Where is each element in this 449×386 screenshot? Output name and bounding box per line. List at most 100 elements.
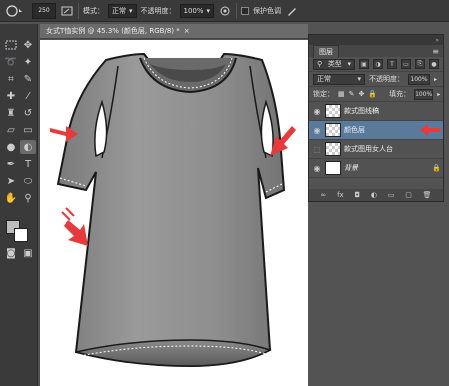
- eye-icon[interactable]: ◉: [312, 106, 322, 116]
- history-brush-tool-icon[interactable]: ↺: [20, 106, 36, 120]
- panel-header: 图层 ≡: [309, 44, 443, 58]
- move-tool-icon[interactable]: ✥: [20, 38, 36, 52]
- lock-label: 锁定：: [313, 90, 334, 98]
- lock-position-icon[interactable]: ✥: [359, 90, 365, 98]
- layer-thumbnail: [325, 142, 341, 156]
- mode-select[interactable]: 正常 ▾: [108, 3, 137, 18]
- filter-type-label: 类型: [327, 60, 342, 68]
- type-tool-icon[interactable]: T: [20, 157, 36, 171]
- tab-layers[interactable]: 图层: [313, 44, 339, 58]
- background-color-swatch[interactable]: [14, 228, 28, 242]
- collapse-icon[interactable]: »: [435, 37, 439, 44]
- mask-icon[interactable]: ◘: [354, 191, 360, 199]
- layer-thumbnail: [325, 123, 341, 137]
- eye-icon[interactable]: ◉: [312, 163, 322, 173]
- ellipse-tool-icon[interactable]: ⬭: [20, 174, 36, 188]
- layer-thumbnail: [325, 161, 341, 175]
- layer-name: 背景: [344, 164, 358, 172]
- layer-thumbnail: [325, 104, 341, 118]
- layer-row-selected[interactable]: ◉ 颜色层: [309, 121, 443, 140]
- brush-size-picker[interactable]: 250: [32, 2, 56, 19]
- panel-footer: ∞ fx ◘ ◐ ▭ ▢ 🗑: [309, 189, 443, 201]
- mode-value: 正常: [112, 6, 126, 15]
- filter-toggle-icon[interactable]: ●: [429, 59, 439, 69]
- eraser-tool-icon[interactable]: ▱: [3, 123, 19, 137]
- chevron-down-icon: ▾: [357, 75, 361, 83]
- brush-tool-preset-icon[interactable]: [2, 2, 28, 20]
- document-tab[interactable]: 女式T恤实例 @ 45.3% (颜色层, RGB/8) * ×: [40, 24, 308, 39]
- fx-icon[interactable]: fx: [337, 191, 344, 199]
- group-icon[interactable]: ▭: [388, 191, 395, 199]
- separator: [78, 2, 79, 19]
- pen-tool-icon[interactable]: ✒: [3, 157, 19, 171]
- marquee-tool-icon[interactable]: [3, 38, 19, 52]
- screen-mode-icon[interactable]: ▣: [20, 246, 36, 260]
- link-icon[interactable]: ∞: [320, 191, 326, 199]
- layers-panel: » 图层 ≡ ⚲ 类型 ▾ ▣ ◑ T ▭ ⎘ ● 正常 ▾ 不透明度： 100…: [308, 34, 444, 202]
- document-title: 女式T恤实例 @ 45.3% (颜色层, RGB/8) *: [46, 27, 180, 35]
- opacity-field[interactable]: 100% ▾: [179, 3, 215, 18]
- lock-all-icon[interactable]: 🔒: [368, 90, 377, 98]
- adjustment-icon[interactable]: ◐: [371, 191, 377, 199]
- options-bar: 250 模式： 正常 ▾ 不透明度： 100% ▾ 保护色调: [0, 0, 449, 22]
- pressure-opacity-icon[interactable]: [218, 4, 232, 18]
- panel-titlebar[interactable]: »: [309, 35, 443, 45]
- chevron-down-icon: ▾: [206, 6, 211, 15]
- shirt-body: [56, 52, 286, 368]
- eye-icon[interactable]: ◉: [312, 125, 322, 135]
- chevron-right-icon[interactable]: ▸: [434, 76, 437, 83]
- chevron-down-icon: ▾: [347, 60, 351, 68]
- panel-menu-icon[interactable]: ≡: [432, 47, 439, 56]
- filter-type-select[interactable]: ⚲ 类型 ▾: [313, 58, 355, 70]
- path-selection-tool-icon[interactable]: ➤: [3, 174, 19, 188]
- filter-pixel-icon[interactable]: ▣: [359, 59, 369, 69]
- brush-tool-icon[interactable]: ⁄: [20, 89, 36, 103]
- layer-name: 颜色层: [344, 126, 365, 134]
- blend-mode-value: 正常: [317, 75, 331, 83]
- clone-stamp-tool-icon[interactable]: ♜: [3, 106, 19, 120]
- blend-mode-select[interactable]: 正常 ▾: [313, 73, 365, 85]
- layer-row[interactable]: ◉ 背景 🔒: [309, 159, 443, 178]
- magic-wand-tool-icon[interactable]: ✦: [20, 55, 36, 69]
- close-icon[interactable]: ×: [184, 27, 190, 35]
- filter-adjustment-icon[interactable]: ◑: [373, 59, 383, 69]
- lasso-tool-icon[interactable]: ➰: [3, 55, 19, 69]
- fill-field[interactable]: 100%: [414, 88, 434, 100]
- chevron-right-icon[interactable]: ▸: [437, 91, 440, 98]
- color-replacement-tool-icon[interactable]: ◐: [20, 140, 36, 154]
- crop-tool-icon[interactable]: ⌗: [3, 72, 19, 86]
- blend-row: 正常 ▾ 不透明度： 100% ▸: [309, 72, 443, 87]
- lock-pixels-icon[interactable]: ✎: [349, 90, 355, 98]
- hand-tool-icon[interactable]: ✋: [3, 191, 19, 205]
- separator: [236, 2, 238, 19]
- eyedropper-tool-icon[interactable]: ✎: [20, 72, 36, 86]
- filter-smart-object-icon[interactable]: ⎘: [415, 59, 425, 69]
- healing-brush-tool-icon[interactable]: ✚: [3, 89, 19, 103]
- fill-label: 填充：: [389, 90, 411, 98]
- filter-shape-icon[interactable]: ▭: [401, 59, 411, 69]
- arrow-selected-layer: [420, 124, 440, 136]
- document-canvas[interactable]: [40, 40, 308, 386]
- arrow-body-left: [61, 207, 88, 246]
- zoom-tool-icon[interactable]: ⚲: [20, 191, 36, 205]
- lock-icon: 🔒: [432, 164, 441, 172]
- brush-panel-icon[interactable]: [60, 4, 74, 18]
- layer-name: 款式图用女人台: [344, 145, 393, 153]
- new-layer-icon[interactable]: ▢: [405, 191, 412, 199]
- layer-row[interactable]: □ 款式图用女人台: [309, 140, 443, 159]
- blur-tool-icon[interactable]: ●: [3, 140, 19, 154]
- mode-label: 模式：: [83, 6, 104, 15]
- lock-transparency-icon[interactable]: ▦: [338, 90, 345, 98]
- chevron-down-icon: ▾: [129, 6, 133, 15]
- filter-type-icon[interactable]: T: [387, 59, 397, 69]
- gradient-tool-icon[interactable]: ▭: [20, 123, 36, 137]
- layer-opacity-field[interactable]: 100%: [408, 73, 430, 85]
- toolbox: ✥ ➰ ✦ ⌗ ✎ ✚ ⁄ ♜ ↺ ▱ ▭ ● ◐ ✒ T ➤ ⬭ ✋ ⚲ ◙ …: [0, 24, 38, 386]
- quick-mask-icon[interactable]: ◙: [3, 246, 19, 260]
- layer-row[interactable]: ◉ 款式图线稿: [309, 102, 443, 121]
- pressure-size-icon[interactable]: [285, 4, 299, 18]
- delete-icon[interactable]: 🗑: [423, 191, 432, 199]
- eye-hidden-icon[interactable]: □: [312, 144, 322, 154]
- protect-tones-checkbox[interactable]: [241, 6, 250, 15]
- filter-search-icon: ⚲: [317, 60, 323, 68]
